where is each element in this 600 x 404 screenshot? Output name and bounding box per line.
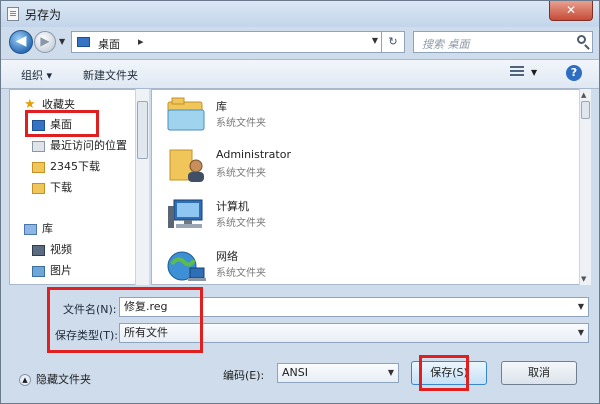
file-scrollbar[interactable]: ▲ ▼: [579, 89, 591, 285]
scroll-down-icon[interactable]: ▼: [581, 275, 586, 283]
encoding-value: ANSI: [282, 366, 308, 379]
filetype-select[interactable]: 所有文件 ▼: [119, 323, 589, 343]
nav-libraries[interactable]: 库: [24, 220, 53, 238]
command-toolbar: 组织 ▾ 新建文件夹 ▼ ?: [1, 59, 599, 89]
title-bar: 另存为 ✕: [1, 1, 599, 27]
filename-input[interactable]: 修复.reg ▼: [119, 297, 589, 317]
encoding-select[interactable]: ANSI ▼: [277, 363, 399, 383]
save-as-dialog: 另存为 ✕ ◀ ▶ ▼ 桌面 ▸ ▼ ↻ 搜索 桌面 组织 ▾ 新建文件夹 ▼ …: [0, 0, 600, 404]
nav-2345-downloads[interactable]: 2345下载: [32, 158, 100, 176]
filename-label: 文件名(N):: [63, 303, 117, 316]
library-icon: [24, 223, 37, 235]
filename-value[interactable]: 修复.reg: [124, 300, 168, 313]
user-folder-icon: [169, 149, 204, 182]
library-icon: [167, 97, 205, 131]
address-path[interactable]: 桌面: [98, 36, 120, 52]
search-placeholder: 搜索 桌面: [422, 38, 470, 51]
filetype-value: 所有文件: [124, 326, 168, 339]
address-chevron-icon[interactable]: ▸: [138, 35, 144, 48]
star-icon: ★: [24, 97, 36, 112]
cancel-button[interactable]: 取消: [501, 361, 577, 385]
filetype-label: 保存类型(T):: [55, 329, 119, 342]
search-icon[interactable]: [577, 35, 586, 44]
nav-favorites[interactable]: ★ 收藏夹: [24, 96, 75, 114]
nav-scrollbar[interactable]: [135, 89, 149, 285]
nav-pictures[interactable]: 图片: [32, 262, 72, 280]
close-button[interactable]: ✕: [549, 1, 593, 21]
nav-recent-places[interactable]: 最近访问的位置: [32, 137, 127, 155]
filename-dropdown-icon[interactable]: ▼: [578, 298, 584, 316]
pictures-icon: [32, 265, 45, 277]
navigation-pane: ★ 收藏夹 桌面 最近访问的位置 2345下载 下载 库 视频 图片: [9, 89, 149, 285]
hide-folders-toggle[interactable]: ▲ 隐藏文件夹: [19, 371, 91, 387]
recent-pages-dropdown[interactable]: ▼: [59, 37, 65, 46]
address-bar[interactable]: 桌面 ▸ ▼ ↻: [71, 31, 405, 53]
filetype-dropdown-icon[interactable]: ▼: [578, 324, 584, 342]
address-dropdown-icon[interactable]: ▼: [372, 36, 378, 45]
search-input[interactable]: 搜索 桌面: [413, 31, 593, 53]
video-icon: [32, 244, 45, 256]
computer-icon: [168, 199, 203, 228]
desktop-icon: [77, 37, 90, 47]
help-icon[interactable]: ?: [566, 65, 582, 81]
change-view-icon[interactable]: [510, 66, 524, 80]
file-scroll-thumb[interactable]: [581, 101, 590, 119]
organize-menu[interactable]: 组织 ▾: [21, 67, 52, 83]
folder-icon: [32, 161, 45, 173]
window-title: 另存为: [25, 8, 62, 22]
recent-places-icon: [32, 140, 45, 152]
encoding-dropdown-icon[interactable]: ▼: [388, 364, 394, 382]
nav-desktop[interactable]: 桌面: [32, 116, 72, 134]
nav-downloads[interactable]: 下载: [32, 179, 72, 197]
downloads-icon: [32, 182, 45, 194]
save-button[interactable]: 保存(S): [411, 361, 487, 385]
view-options-dropdown[interactable]: ▼: [531, 68, 537, 77]
back-button[interactable]: ◀: [9, 30, 33, 54]
scroll-up-icon[interactable]: ▲: [581, 91, 586, 99]
file-list: 库 系统文件夹 Administrator 系统文件夹 计算机 系统文件夹 网络…: [151, 89, 591, 285]
desktop-icon: [32, 119, 45, 131]
navigation-bar: ◀ ▶ ▼ 桌面 ▸ ▼ ↻ 搜索 桌面: [1, 27, 599, 57]
forward-button[interactable]: ▶: [34, 31, 56, 53]
notepad-icon: [7, 7, 19, 21]
refresh-button[interactable]: ↻: [381, 32, 404, 52]
new-folder-button[interactable]: 新建文件夹: [83, 67, 138, 83]
encoding-label: 编码(E):: [223, 369, 265, 382]
nav-videos[interactable]: 视频: [32, 241, 72, 259]
chevron-up-icon: ▲: [19, 374, 31, 386]
network-icon: [167, 251, 206, 281]
nav-scroll-thumb[interactable]: [137, 101, 148, 159]
